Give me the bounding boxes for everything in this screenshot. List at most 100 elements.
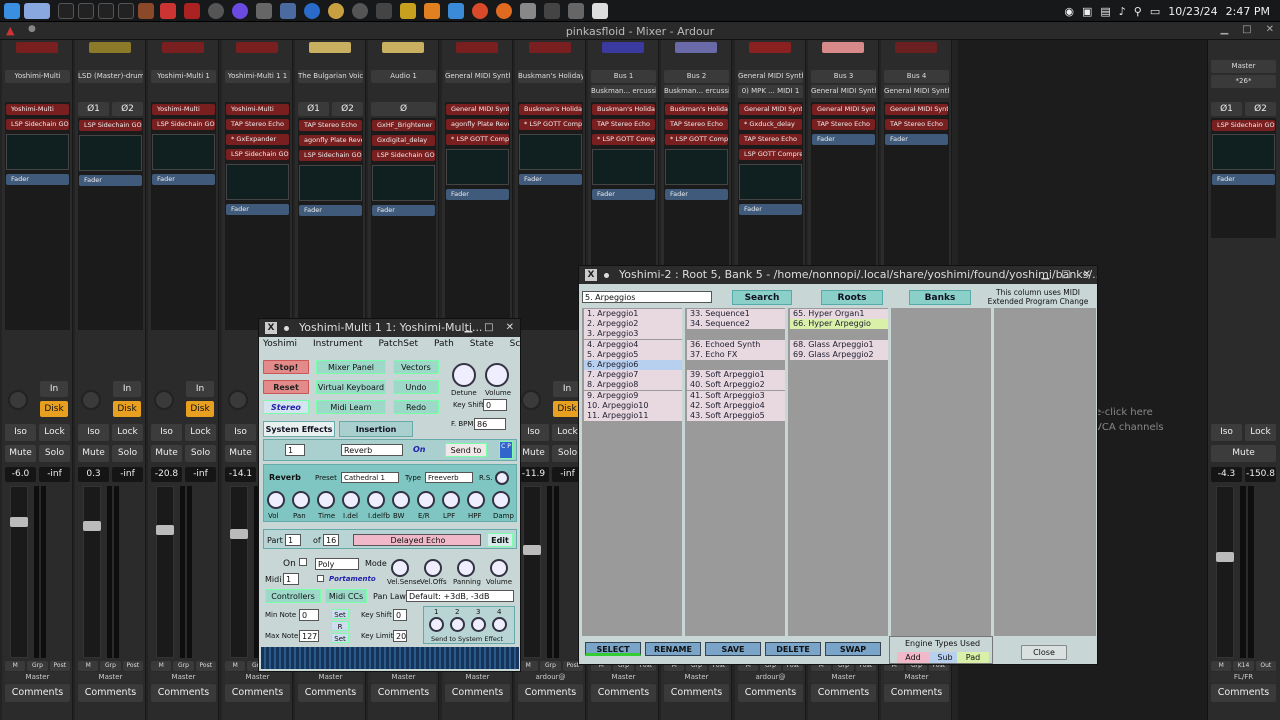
app-icon[interactable] — [138, 3, 154, 19]
instrument-slot[interactable] — [790, 329, 888, 340]
instrument-slot[interactable]: 10. Arpeggio10 — [584, 400, 682, 411]
volume-knob[interactable] — [485, 363, 509, 387]
vectors-button[interactable]: Vectors — [393, 360, 439, 374]
peak-display[interactable]: -150.8 — [1245, 467, 1276, 482]
key-shift-field[interactable]: 0 — [393, 609, 407, 621]
strip-name[interactable]: Audio 1 — [371, 70, 436, 83]
menu-state[interactable]: State — [470, 339, 494, 353]
fader-plugin[interactable]: Fader — [812, 134, 875, 145]
fader-plugin[interactable]: Fader — [79, 175, 142, 186]
search-button[interactable]: Search — [732, 290, 792, 305]
in-button[interactable]: In — [40, 381, 68, 397]
lock-button[interactable]: Lock — [185, 424, 216, 441]
gain-display[interactable]: -6.0 — [5, 467, 36, 482]
minimize-icon[interactable]: ▁ — [1041, 266, 1049, 284]
iso-button[interactable]: Iso — [151, 424, 182, 441]
strip-name[interactable]: General MIDI Synth 1 — [738, 70, 803, 83]
output-route[interactable]: Master — [5, 672, 70, 683]
vlc-icon[interactable] — [424, 3, 440, 19]
rs-knob[interactable] — [495, 471, 509, 485]
midi-learn-button[interactable]: Midi Learn — [316, 400, 386, 414]
fx-type-select[interactable]: Reverb — [341, 444, 403, 456]
post-button[interactable]: Post — [195, 661, 216, 671]
key-limit-field[interactable]: 20 — [393, 630, 407, 642]
app-icon[interactable] — [352, 3, 368, 19]
strip-name[interactable]: Yoshimi-Multi — [5, 70, 70, 83]
solo-button[interactable]: Solo — [39, 445, 70, 462]
fader-plugin[interactable]: Fader — [446, 189, 509, 200]
fader-knob[interactable] — [10, 517, 28, 527]
send-knob-3[interactable] — [492, 617, 507, 632]
comments-button[interactable]: Comments — [151, 684, 216, 702]
output-route[interactable]: Master — [884, 672, 949, 683]
instrument-slot[interactable]: 40. Soft Arpeggio2 — [687, 380, 785, 391]
workspace-icon[interactable] — [24, 3, 50, 19]
fader-plugin[interactable]: Fader — [152, 174, 215, 185]
master-name[interactable]: Master — [1211, 60, 1276, 73]
plugin-0[interactable]: General MIDI Synt — [739, 104, 802, 115]
min-note-field[interactable]: 0 — [299, 609, 319, 621]
key-shift-field[interactable]: 0 — [483, 399, 507, 411]
vca-hint[interactable]: e-click here VCA channels — [1095, 405, 1164, 435]
minimize-icon[interactable]: ▁ — [464, 319, 472, 337]
iso-button[interactable]: Iso — [518, 424, 549, 441]
strip-name[interactable]: General MIDI Synth — [445, 70, 510, 83]
close-icon[interactable]: ✕ — [1266, 24, 1274, 35]
menu-scale[interactable]: Scale — [510, 339, 520, 353]
comments-button[interactable]: Comments — [371, 684, 436, 702]
instrument-slot[interactable]: 9. Arpeggio9 — [584, 390, 682, 401]
maximize-icon[interactable]: □ — [1061, 266, 1070, 284]
instrument-slot[interactable]: 1. Arpeggio1 — [584, 309, 682, 319]
fader-plugin[interactable]: Fader — [226, 204, 289, 215]
iso-button[interactable]: Iso — [78, 424, 109, 441]
grp-button[interactable]: Grp — [173, 661, 194, 671]
strip-input[interactable]: Buskman... ercussion — [591, 85, 656, 98]
phase-button[interactable]: Ø1 — [298, 102, 329, 116]
in-button[interactable]: In — [553, 381, 581, 397]
app-icon[interactable] — [376, 3, 392, 19]
phase-button[interactable]: Ø1 — [1211, 102, 1242, 116]
plugin-0[interactable]: Yoshimi-Multi — [6, 104, 69, 115]
comments-button[interactable]: Comments — [445, 684, 510, 702]
menu-patchset[interactable]: PatchSet — [379, 339, 419, 353]
phase-button[interactable]: Ø2 — [332, 102, 363, 116]
action-delete-button[interactable]: DELETE — [765, 642, 821, 656]
output-route[interactable]: FL/FR — [1211, 672, 1276, 683]
plugin-1[interactable]: * LSP GOTT Comp — [519, 119, 582, 130]
peak-display[interactable]: -inf — [39, 467, 70, 482]
workspace-4-icon[interactable] — [98, 3, 114, 19]
strip-name[interactable]: Buskman's Holiday ... — [518, 70, 583, 83]
send-knob-2[interactable] — [471, 617, 486, 632]
set-max-button[interactable]: Set — [331, 633, 349, 643]
lock-button[interactable]: Lock — [1245, 424, 1276, 441]
part-knob-3[interactable] — [490, 559, 508, 577]
reverb-knob-4[interactable] — [367, 491, 385, 509]
edit-button[interactable]: Edit — [487, 533, 513, 547]
disk-button[interactable]: Disk — [553, 401, 581, 417]
grp-button[interactable]: Grp — [27, 661, 48, 671]
set-min-button[interactable]: Set — [331, 609, 349, 619]
tab-system-effects[interactable]: System Effects — [263, 421, 335, 437]
plugin-2[interactable]: * GxExpander — [226, 134, 289, 145]
bank-select[interactable]: 5. Arpeggios — [582, 291, 712, 303]
detune-knob[interactable] — [452, 363, 476, 387]
comments-button[interactable]: Comments — [811, 684, 876, 702]
plugin-2[interactable]: TAP Stereo Echo — [739, 134, 802, 145]
strip-color-tab[interactable] — [16, 42, 58, 53]
strip-color-tab[interactable] — [309, 42, 351, 53]
app-icon[interactable] — [400, 3, 416, 19]
strip-name[interactable]: Bus 3 — [811, 70, 876, 83]
midi-ccs-button[interactable]: Midi CCs — [325, 589, 367, 603]
comments-button[interactable]: Comments — [884, 684, 949, 702]
fader[interactable] — [156, 486, 174, 658]
output-route[interactable]: Master — [664, 672, 729, 683]
strip-name[interactable]: The Bulgarian Voice... — [298, 70, 363, 83]
strip-name[interactable]: Yoshimi-Multi 1 — [151, 70, 216, 83]
trim-knob[interactable] — [521, 390, 541, 410]
grp-button[interactable]: Grp — [100, 661, 121, 671]
phase-button[interactable]: Ø — [371, 102, 436, 116]
action-save-button[interactable]: SAVE — [705, 642, 761, 656]
m-button[interactable]: M — [225, 661, 246, 671]
strip-input[interactable]: General MIDI Synth 1 — [884, 85, 949, 98]
tab-insertion-effects[interactable]: Insertion Effects — [339, 421, 413, 450]
